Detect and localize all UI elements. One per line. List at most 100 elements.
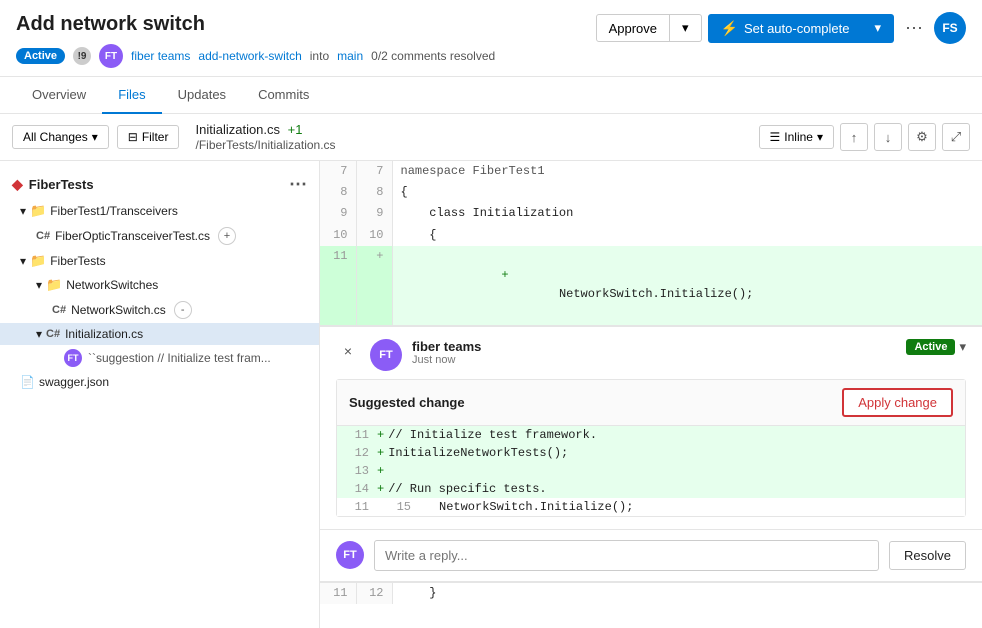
branch-into-label: into	[310, 49, 329, 63]
status-badge: Active	[906, 339, 955, 355]
added-count: +1	[288, 122, 303, 137]
approve-button[interactable]: Approve	[596, 14, 670, 42]
header-actions: Approve ▾ ⚡ Set auto-complete ▾ ⋯ FS	[596, 12, 966, 44]
tree-item-networkswitch[interactable]: C# NetworkSwitch.cs -	[0, 297, 319, 323]
chevron-down-icon: ▾	[817, 130, 823, 144]
comment-header: × FT fiber teams Just now Active ▾	[320, 327, 982, 379]
filter-button[interactable]: ⊟ Filter	[117, 125, 180, 149]
more-options-button[interactable]: ⋯	[900, 14, 928, 42]
notification-count: !9	[73, 47, 91, 65]
chevron-down-icon: ▾	[20, 254, 26, 268]
tree-item-suggestion[interactable]: FT ``suggestion // Initialize test fram.…	[0, 345, 319, 371]
author-link[interactable]: fiber teams	[131, 49, 190, 63]
autocomplete-button[interactable]: ⚡ Set auto-complete	[708, 14, 863, 43]
add-button[interactable]: +	[218, 227, 236, 245]
line-num-left: 11	[320, 246, 356, 325]
view-options: ☰ Inline ▾ ↑ ↓ ⚙ ⤢	[759, 123, 970, 151]
code-panel: 7 7 namespace FiberTest1 8 8 { 9 9 class…	[320, 161, 982, 628]
chevron-down-icon: ▾	[36, 278, 42, 292]
apply-change-button[interactable]: Apply change	[842, 388, 953, 417]
plus-icon: +	[377, 446, 384, 460]
line-num-left: 11	[320, 583, 356, 604]
tree-item-label: FiberTests	[50, 254, 105, 268]
line-num-right: 15	[391, 500, 411, 514]
suggestion-box: Suggested change Apply change 11 + // In…	[336, 379, 966, 517]
line-num: 12	[349, 446, 369, 460]
diff-line: 9 9 class Initialization	[320, 203, 982, 224]
plus-icon: +	[377, 464, 384, 478]
line-code: + NetworkSwitch.Initialize();	[392, 246, 982, 325]
tree-item-label: FiberOpticTransceiverTest.cs	[55, 229, 210, 243]
line-num-left: 7	[320, 161, 356, 182]
line-num-left: 8	[320, 182, 356, 203]
line-num-left: 9	[320, 203, 356, 224]
suggestion-line: 14 + // Run specific tests.	[337, 480, 965, 498]
tree-item-transceivers[interactable]: ▾ 📁 FiberTest1/Transceivers	[0, 199, 319, 223]
reply-input[interactable]	[374, 540, 879, 571]
tree-item-fibertests[interactable]: ▾ 📁 FiberTests	[0, 249, 319, 273]
comments-resolved: 0/2 comments resolved	[371, 49, 495, 63]
minus-button[interactable]: -	[174, 301, 192, 319]
scroll-down-button[interactable]: ↓	[874, 123, 902, 151]
reply-avatar: FT	[336, 541, 364, 569]
scroll-up-button[interactable]: ↑	[840, 123, 868, 151]
tree-item-swagger[interactable]: 📄 swagger.json	[0, 371, 319, 393]
tab-updates[interactable]: Updates	[162, 77, 242, 114]
chevron-down-icon: ▾	[874, 20, 881, 36]
tab-overview[interactable]: Overview	[16, 77, 102, 114]
tree-item-initialization[interactable]: ▾ C# Initialization.cs	[0, 323, 319, 345]
line-num-right: 8	[356, 182, 392, 203]
line-code: // Run specific tests.	[388, 482, 546, 496]
file-path-info: Initialization.cs +1 /FiberTests/Initial…	[195, 122, 335, 152]
branch-from[interactable]: add-network-switch	[198, 49, 301, 63]
tab-commits[interactable]: Commits	[242, 77, 325, 114]
line-num-right: +	[356, 246, 392, 325]
resolve-button[interactable]: Resolve	[889, 541, 966, 570]
autocomplete-icon: ⚡	[721, 20, 738, 37]
settings-button[interactable]: ⚙	[908, 123, 936, 151]
avatar: FS	[934, 12, 966, 44]
approve-button-group: Approve ▾	[596, 14, 702, 42]
tree-item-fiberoptic[interactable]: C# FiberOpticTransceiverTest.cs +	[0, 223, 319, 249]
comment-status-dropdown[interactable]: Active ▾	[906, 339, 966, 355]
inline-view-button[interactable]: ☰ Inline ▾	[759, 125, 834, 149]
comment-block: × FT fiber teams Just now Active ▾ Sugge…	[320, 325, 982, 583]
tree-item-label: ``suggestion // Initialize test fram...	[88, 351, 271, 365]
tree-item-networkswitches[interactable]: ▾ 📁 NetworkSwitches	[0, 273, 319, 297]
diff-line: 11 12 }	[320, 583, 982, 604]
suggestion-line: 12 + InitializeNetworkTests();	[337, 444, 965, 462]
autocomplete-dropdown-button[interactable]: ▾	[862, 14, 894, 43]
branch-into[interactable]: main	[337, 49, 363, 63]
header: Add network switch Approve ▾ ⚡ Set auto-…	[0, 0, 982, 77]
sidebar-more-button[interactable]: ⋯	[289, 175, 307, 193]
files-toolbar: All Changes ▾ ⊟ Filter Initialization.cs…	[0, 114, 982, 161]
filepath: /FiberTests/Initialization.cs	[195, 138, 335, 152]
sidebar-header: ◆ FiberTests ⋯	[0, 169, 319, 199]
added-line-text: NetworkSwitch.Initialize();	[501, 287, 753, 301]
reply-section: FT Resolve	[320, 529, 982, 581]
expand-button[interactable]: ⤢	[942, 123, 970, 151]
line-num: 14	[349, 482, 369, 496]
close-comment-button[interactable]: ×	[336, 339, 360, 363]
autocomplete-button-group: ⚡ Set auto-complete ▾	[708, 14, 894, 43]
csharp-icon: C#	[46, 328, 60, 340]
nav-tabs: Overview Files Updates Commits	[0, 77, 982, 114]
all-changes-dropdown[interactable]: All Changes ▾	[12, 125, 109, 149]
approve-dropdown-button[interactable]: ▾	[670, 14, 702, 42]
diff-line: 10 10 {	[320, 225, 982, 246]
plus-icon: +	[377, 428, 384, 442]
chevron-down-icon: ▾	[92, 130, 98, 144]
diff-line: 7 7 namespace FiberTest1	[320, 161, 982, 182]
tree-item-label: NetworkSwitches	[66, 278, 158, 292]
folder-icon: 📁	[30, 253, 46, 269]
spacer	[377, 500, 391, 514]
tab-files[interactable]: Files	[102, 77, 161, 114]
inline-label: Inline	[784, 130, 813, 144]
diff-line: 8 8 {	[320, 182, 982, 203]
csharp-icon: C#	[52, 304, 66, 316]
line-num-right: 7	[356, 161, 392, 182]
plus-icon: +	[377, 482, 384, 496]
line-num-right: 10	[356, 225, 392, 246]
filter-icon: ⊟	[128, 130, 138, 144]
line-num: 11	[349, 500, 369, 514]
